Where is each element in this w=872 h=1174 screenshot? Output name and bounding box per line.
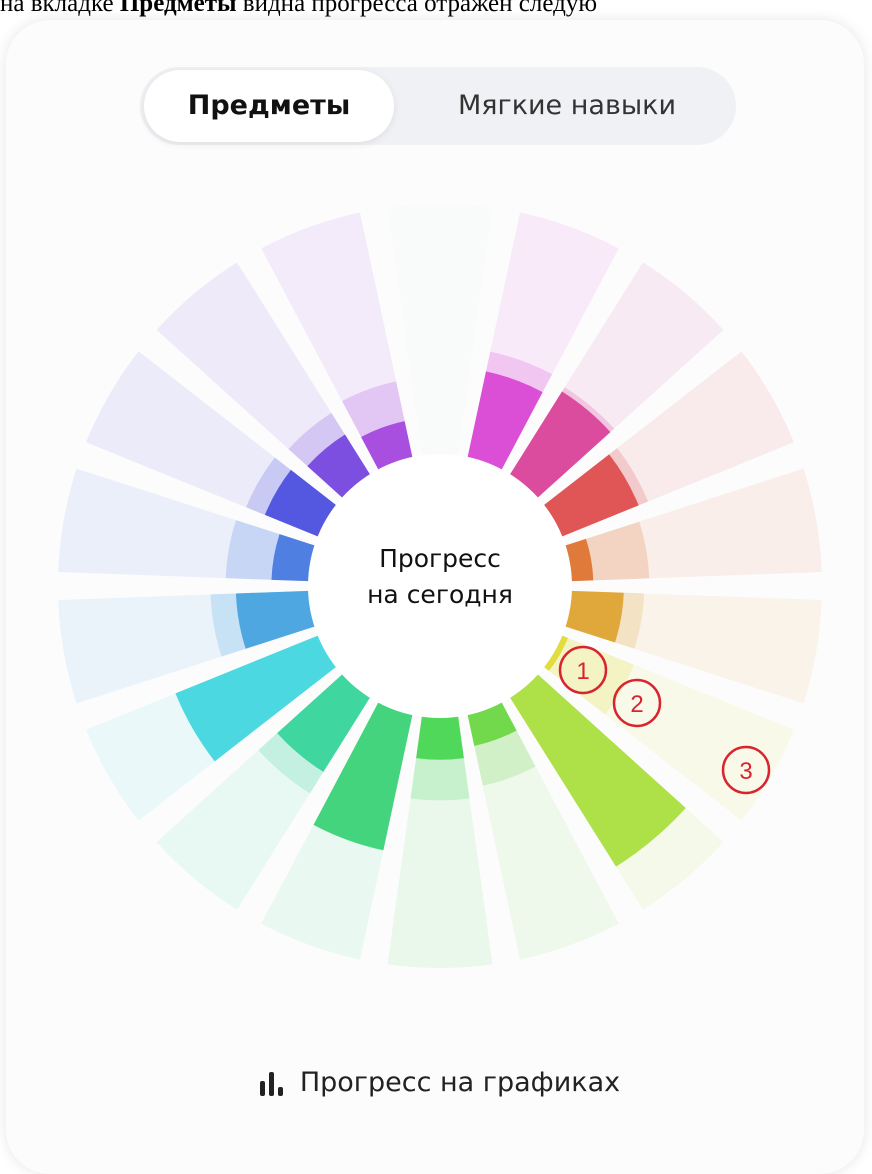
bar-chart-icon	[259, 1072, 283, 1096]
annotation-3-label: 3	[739, 758, 752, 785]
annotation-1-label: 1	[576, 658, 589, 685]
center-label-line1: Прогресс	[379, 544, 501, 573]
annotation-2-label: 2	[630, 691, 643, 718]
center-label: Прогресс на сегодня	[340, 541, 540, 613]
wheel-segment-level1-13	[235, 590, 319, 649]
wheel-segment-level1-9	[416, 712, 464, 760]
center-label-line2: на сегодня	[367, 580, 513, 609]
charts-progress-label: Прогресс на графиках	[299, 1066, 621, 1098]
charts-progress-link[interactable]: Прогресс на графиках	[200, 1060, 680, 1104]
